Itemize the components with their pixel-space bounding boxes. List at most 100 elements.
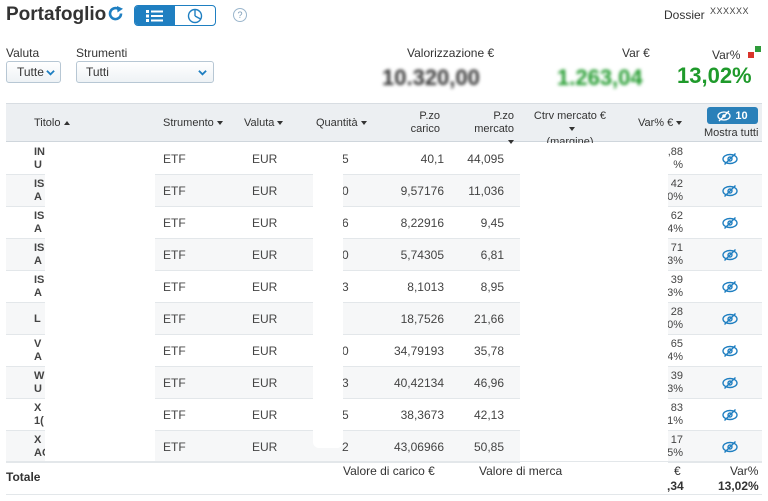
hide-row-eye-icon[interactable] — [722, 399, 738, 431]
varpct-cell: 28 0% — [667, 306, 683, 331]
pzo-carico-cell: 8,22916 — [400, 216, 444, 230]
titolo-cell[interactable]: X 1( — [34, 399, 44, 431]
hide-row-eye-icon[interactable] — [722, 239, 738, 271]
quantita-cell: 5 — [342, 152, 349, 166]
mostra-tutti-link[interactable]: Mostra tutti — [704, 127, 758, 140]
pzo-carico-cell: 40,42134 — [393, 376, 444, 390]
strumenti-select[interactable]: Tutti — [76, 61, 214, 83]
varpct-cell: 71 3% — [667, 242, 683, 267]
strumento-cell: ETF — [163, 344, 186, 358]
pzo-carico-cell: 5,74305 — [400, 248, 444, 262]
footer-var-pct-label: Var% — [730, 464, 759, 478]
pzo-mercato-cell: 42,13 — [473, 408, 504, 422]
titolo-cell[interactable]: WU — [34, 367, 44, 399]
titolo-cell[interactable]: IS A — [34, 175, 44, 207]
strumento-cell: ETF — [163, 216, 186, 230]
varpct-cell: 17 5% — [667, 434, 683, 459]
strumento-cell: ETF — [163, 280, 186, 294]
hide-row-eye-icon[interactable] — [722, 303, 738, 335]
pzo-carico-cell: 34,79193 — [393, 344, 444, 358]
var-pct-label: Var% — [712, 48, 741, 62]
pzo-mercato-cell: 8,95 — [480, 280, 504, 294]
valorizzazione-label: Valorizzazione € — [407, 46, 495, 60]
hide-row-eye-icon[interactable] — [722, 143, 738, 175]
strumento-cell: ETF — [163, 184, 186, 198]
valuta-cell: EUR — [252, 376, 278, 390]
chevron-down-icon — [198, 70, 207, 76]
pzo-carico-cell: 8,1013 — [407, 280, 444, 294]
hide-row-eye-icon[interactable] — [722, 335, 738, 367]
varpct-cell: 39 3% — [667, 370, 683, 395]
valuta-cell: EUR — [252, 344, 278, 358]
list-icon — [146, 9, 163, 22]
strumenti-value: Tutti — [86, 65, 109, 79]
quantita-cell: 2 — [342, 440, 349, 454]
varpct-cell: 65 4% — [667, 338, 683, 363]
valuta-label: Valuta — [6, 46, 40, 60]
valuta-cell: EUR — [252, 152, 278, 166]
hidden-count-button[interactable]: 10 — [707, 107, 758, 124]
hide-row-eye-icon[interactable] — [722, 175, 738, 207]
divider — [6, 494, 762, 495]
col-strumento[interactable]: Strumento — [163, 117, 223, 130]
trend-flag-icon — [748, 46, 761, 58]
quantita-cell: 3 — [342, 376, 349, 390]
col-pzo-carico[interactable]: P.zo carico — [408, 110, 440, 136]
valuta-cell: EUR — [252, 408, 278, 422]
strumento-cell: ETF — [163, 376, 186, 390]
varpct-cell: 62 4% — [667, 210, 683, 235]
pzo-mercato-cell: 9,45 — [480, 216, 504, 230]
pzo-carico-cell: 38,3673 — [400, 408, 444, 422]
pzo-mercato-cell: 11,036 — [468, 184, 504, 198]
strumento-cell: ETF — [163, 440, 186, 454]
divider — [6, 461, 762, 462]
dossier-label: Dossier — [664, 8, 705, 22]
redaction-mask — [520, 143, 668, 495]
footer-var-eur-value: ,34 — [667, 479, 684, 493]
valuta-cell: EUR — [252, 216, 278, 230]
valuta-cell: EUR — [252, 312, 278, 326]
titolo-cell[interactable]: IS A — [34, 271, 44, 303]
valuta-cell: EUR — [252, 440, 278, 454]
valuta-cell: EUR — [252, 248, 278, 262]
var-pct-value: 13,02% — [677, 63, 752, 88]
pzo-mercato-cell: 21,66 — [473, 312, 504, 326]
titolo-cell[interactable]: IN U — [34, 143, 45, 175]
varpct-cell: 42 0% — [667, 178, 683, 203]
chart-view-button[interactable] — [175, 6, 215, 25]
valuta-value: Tutte — [17, 65, 44, 79]
hide-row-eye-icon[interactable] — [722, 367, 738, 399]
titolo-cell[interactable]: L — [34, 303, 41, 335]
col-titolo[interactable]: Titolo — [34, 117, 70, 130]
titolo-cell[interactable]: IS A — [34, 207, 44, 239]
col-quantita[interactable]: Quantità — [316, 117, 367, 130]
chevron-down-icon — [46, 70, 55, 76]
strumenti-label: Strumenti — [76, 46, 128, 60]
valuta-select[interactable]: Tutte — [6, 61, 61, 83]
col-valuta[interactable]: Valuta — [244, 117, 284, 130]
refresh-icon[interactable] — [107, 5, 125, 23]
titolo-cell[interactable]: IS A — [34, 239, 44, 271]
hide-row-eye-icon[interactable] — [722, 207, 738, 239]
var-eur-value: 1.263,04 — [557, 65, 643, 90]
footer-var-eur-label: € — [674, 464, 681, 478]
pzo-mercato-cell: 46,96 — [473, 376, 504, 390]
list-view-button[interactable] — [135, 6, 175, 25]
view-toggle[interactable] — [134, 5, 216, 26]
var-eur-label: Var € — [622, 46, 650, 60]
col-varpct[interactable]: Var% € — [638, 117, 683, 130]
varpct-cell: ,88% — [667, 146, 683, 171]
quantita-cell: 3 — [342, 280, 349, 294]
valore-carico-label: Valore di carico € — [343, 464, 435, 478]
quantita-cell: 5 — [342, 408, 349, 422]
strumento-cell: ETF — [163, 152, 186, 166]
pzo-carico-cell: 9,57176 — [400, 184, 444, 198]
valore-mercato-label: Valore di merca — [479, 464, 563, 478]
hide-row-eye-icon[interactable] — [722, 431, 738, 463]
varpct-cell: 83 1% — [667, 402, 683, 427]
redaction-mask — [313, 143, 343, 448]
help-icon[interactable]: ? — [233, 8, 247, 22]
titolo-cell[interactable]: VA — [34, 335, 42, 367]
strumento-cell: ETF — [163, 312, 186, 326]
hide-row-eye-icon[interactable] — [722, 271, 738, 303]
